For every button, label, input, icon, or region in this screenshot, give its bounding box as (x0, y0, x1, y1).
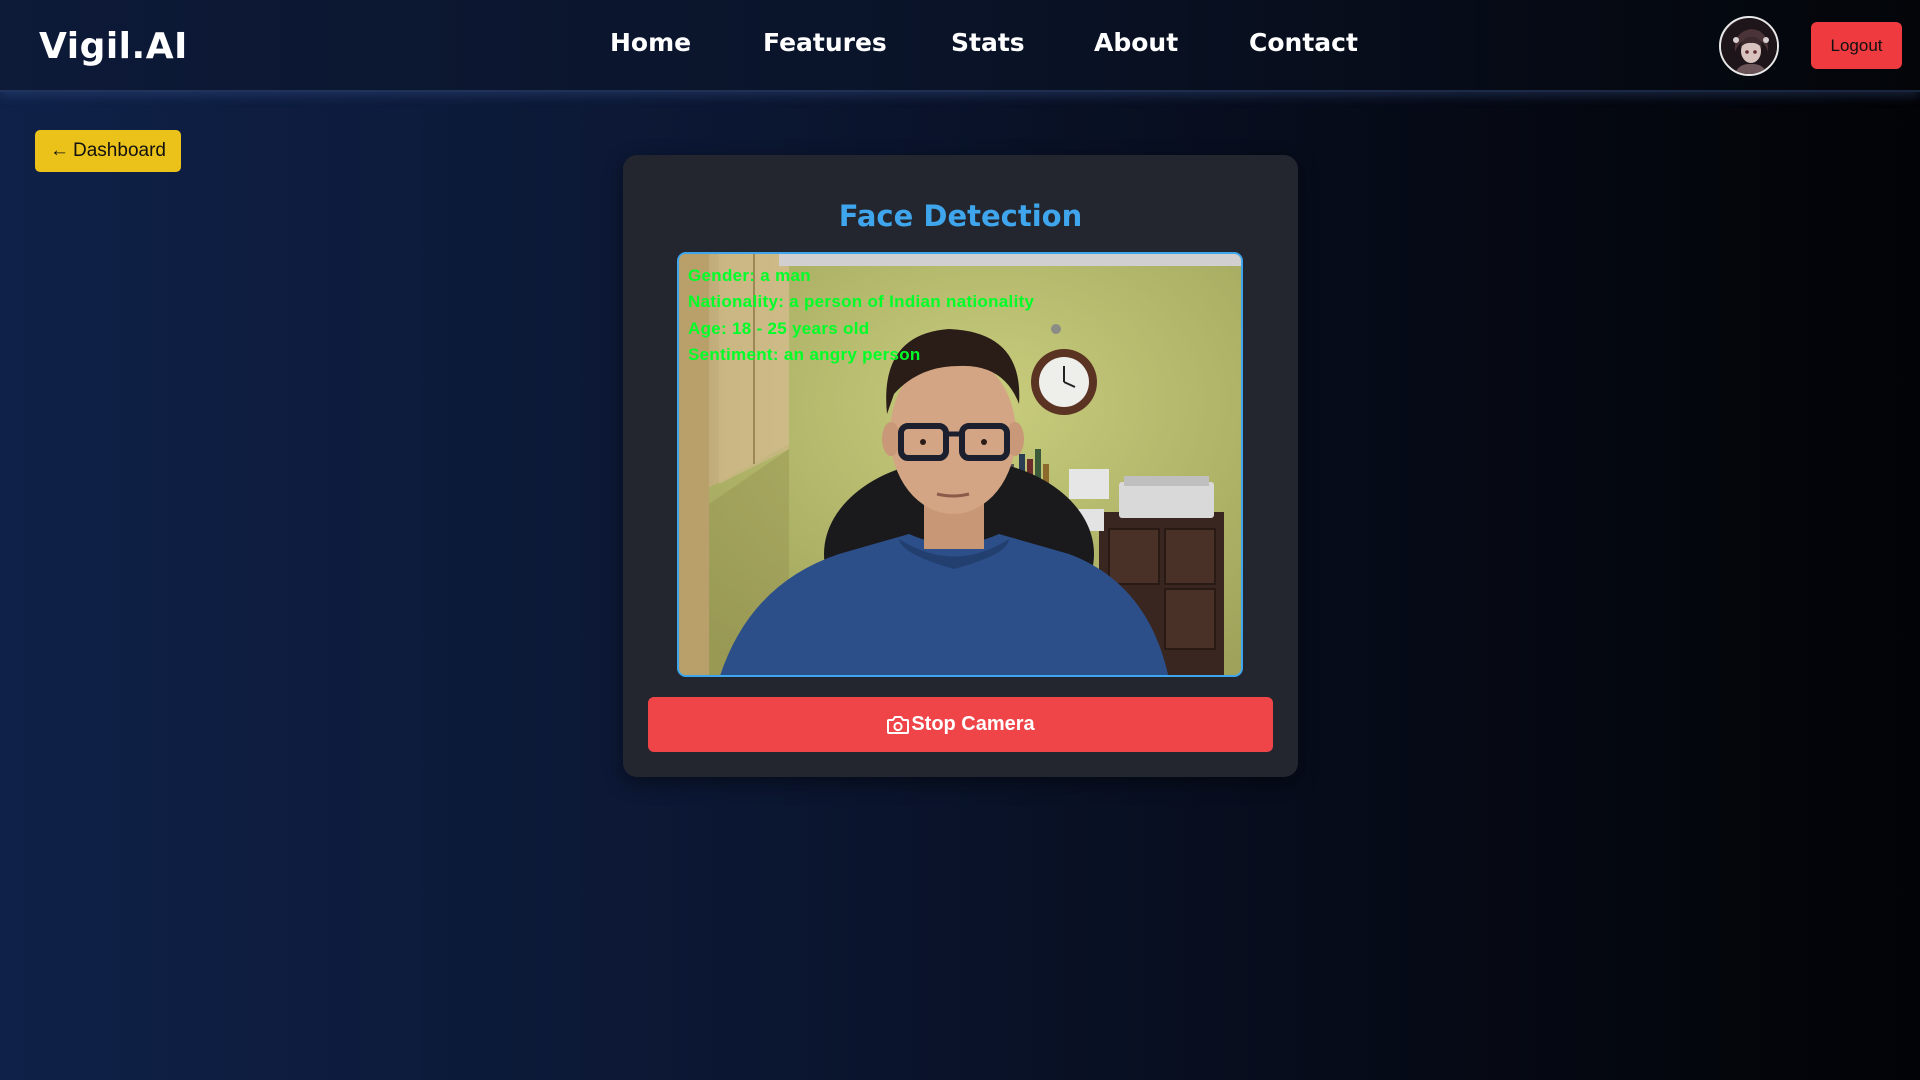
stop-camera-label: Stop Camera (911, 713, 1035, 735)
nav-contact[interactable]: Contact (1249, 28, 1358, 57)
card-title: Face Detection (838, 199, 1083, 233)
arrow-left-icon: ← (50, 140, 70, 161)
user-avatar[interactable] (1719, 16, 1779, 76)
camera-feed-image (679, 254, 1241, 675)
camera-icon (886, 714, 910, 736)
nav-stats[interactable]: Stats (951, 28, 1025, 57)
nav-home[interactable]: Home (610, 28, 691, 57)
logout-button[interactable]: Logout (1811, 22, 1902, 69)
avatar-image (1721, 18, 1777, 74)
face-detection-card: Face Detection Gender: a man Nationality… (623, 155, 1298, 777)
nav-about[interactable]: About (1094, 28, 1178, 57)
overlay-gender: Gender: a man (688, 266, 811, 285)
camera-feed: Gender: a man Nationality: a person of I… (677, 252, 1243, 677)
overlay-nationality: Nationality: a person of Indian national… (688, 292, 1035, 311)
overlay-age: Age: 18 - 25 years old (688, 319, 870, 338)
nav-links: Home Features Stats About Contact (0, 28, 1920, 64)
back-button-label: Dashboard (73, 140, 166, 161)
back-to-dashboard-button[interactable]: ← Dashboard (35, 130, 181, 172)
stop-camera-button[interactable]: Stop Camera (648, 697, 1273, 752)
nav-features[interactable]: Features (763, 28, 887, 57)
top-navbar: Vigil.AI Home Features Stats About Conta… (0, 0, 1920, 92)
overlay-sentiment: Sentiment: an angry person (688, 345, 921, 364)
